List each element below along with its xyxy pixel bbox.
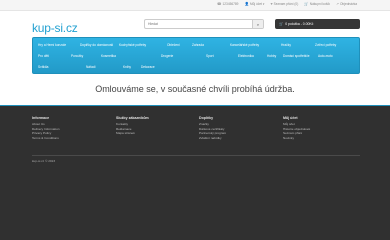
footer-link[interactable]: Terms & Conditions bbox=[32, 136, 60, 141]
top-link-wishlist[interactable]: ♥ Seznam přání (0) bbox=[271, 2, 299, 6]
footer-heading: Můj účet bbox=[283, 116, 298, 120]
menu-item[interactable]: Hračky bbox=[281, 43, 291, 47]
cart-icon: 🛒 bbox=[304, 2, 309, 6]
footer-column-extras: Doplňky Značky Dárkové certifikáty Partn… bbox=[199, 116, 226, 140]
search-input[interactable] bbox=[145, 20, 252, 28]
top-links: ☎ 123456789 👤 Můj účet ▾ ♥ Seznam přání (0)… bbox=[217, 2, 357, 6]
top-link-cart[interactable]: 🛒 Nákupní košík bbox=[304, 2, 330, 6]
search-button[interactable]: ⌕ bbox=[252, 20, 263, 28]
footer-column-account: Můj účet Můj účet Historie objednávek Se… bbox=[283, 116, 310, 140]
menu-item[interactable]: Kancelářské potřeby bbox=[230, 43, 259, 47]
footer-link[interactable]: Zvláštní nabídky bbox=[199, 136, 226, 141]
menu-item[interactable]: Svítidla bbox=[38, 65, 48, 69]
footer-heading: Informace bbox=[32, 116, 50, 120]
menu-item[interactable]: Kosmetika bbox=[101, 54, 116, 58]
footer-heading: Služby zákazníkům bbox=[116, 116, 149, 120]
footer-heading: Doplňky bbox=[199, 116, 214, 120]
menu-item[interactable]: Kuchyňské potřeby bbox=[119, 43, 146, 47]
top-link-checkout[interactable]: ↗ Objednávka bbox=[336, 2, 357, 6]
main-menu: Hry a Herní konzole Doplňky do domácnost… bbox=[32, 37, 360, 74]
menu-item[interactable]: Drogerie bbox=[161, 54, 173, 58]
menu-item[interactable]: Domácí spotřebiče bbox=[283, 54, 310, 58]
top-bar: ☎ 123456789 👤 Můj účet ▾ ♥ Seznam přání (0)… bbox=[0, 0, 390, 11]
top-link-label: Můj účet ▾ bbox=[249, 2, 265, 6]
menu-item[interactable]: Dekorace bbox=[141, 65, 155, 69]
copyright: kup-si.cz © 2023 bbox=[32, 159, 56, 163]
menu-item[interactable]: Ponožky bbox=[71, 54, 83, 58]
footer: Informace About Us Delivery Information … bbox=[0, 105, 390, 240]
menu-item[interactable]: Doplňky do domácnosti bbox=[80, 43, 113, 47]
menu-item[interactable]: Zvířecí potřeby bbox=[315, 43, 336, 47]
top-link-phone[interactable]: ☎ 123456789 bbox=[217, 2, 238, 6]
menu-item[interactable]: Oblečení bbox=[167, 43, 180, 47]
cart-icon: 🛒 bbox=[279, 22, 284, 26]
maintenance-notice: Omlouváme se, v současné chvíli probíhá … bbox=[95, 84, 295, 94]
top-link-account[interactable]: 👤 Můj účet ▾ bbox=[244, 2, 264, 6]
site-logo[interactable]: kup-si.cz bbox=[32, 21, 78, 35]
menu-item[interactable]: Nářadí bbox=[86, 65, 96, 69]
cart-label: 0 položka - 0.00Kč bbox=[285, 22, 314, 26]
share-icon: ↗ bbox=[335, 2, 339, 6]
top-link-label: Seznam přání (0) bbox=[273, 2, 299, 6]
footer-link[interactable]: Mapa stránek bbox=[116, 131, 149, 136]
menu-item[interactable]: Hry a Herní konzole bbox=[38, 43, 66, 47]
top-link-label: Nákupní košík bbox=[309, 2, 330, 6]
search-icon: ⌕ bbox=[256, 21, 260, 27]
footer-link[interactable]: Novinky bbox=[283, 136, 310, 141]
menu-item[interactable]: Knihy bbox=[123, 65, 131, 69]
top-link-label: Objednávka bbox=[339, 2, 357, 6]
menu-item[interactable]: Elektronika bbox=[238, 54, 254, 58]
search-bar: ⌕ bbox=[144, 19, 264, 29]
menu-item[interactable]: Sport bbox=[206, 54, 214, 58]
user-icon: 👤 bbox=[244, 2, 249, 6]
menu-item[interactable]: Zahrada bbox=[192, 43, 204, 47]
menu-item[interactable]: Pro děti bbox=[38, 54, 49, 58]
phone-icon: ☎ bbox=[217, 2, 222, 6]
footer-divider bbox=[32, 155, 360, 156]
menu-item[interactable]: Auto-moto bbox=[318, 54, 333, 58]
footer-column-info: Informace About Us Delivery Information … bbox=[32, 116, 60, 140]
cart-button[interactable]: 🛒 0 položka - 0.00Kč bbox=[275, 19, 360, 29]
top-link-label: 123456789 bbox=[222, 2, 239, 6]
menu-item[interactable]: Hobby bbox=[267, 54, 276, 58]
heart-icon: ♥ bbox=[270, 2, 273, 6]
footer-column-service: Služby zákazníkům Kontakty Reklamace Map… bbox=[116, 116, 149, 136]
